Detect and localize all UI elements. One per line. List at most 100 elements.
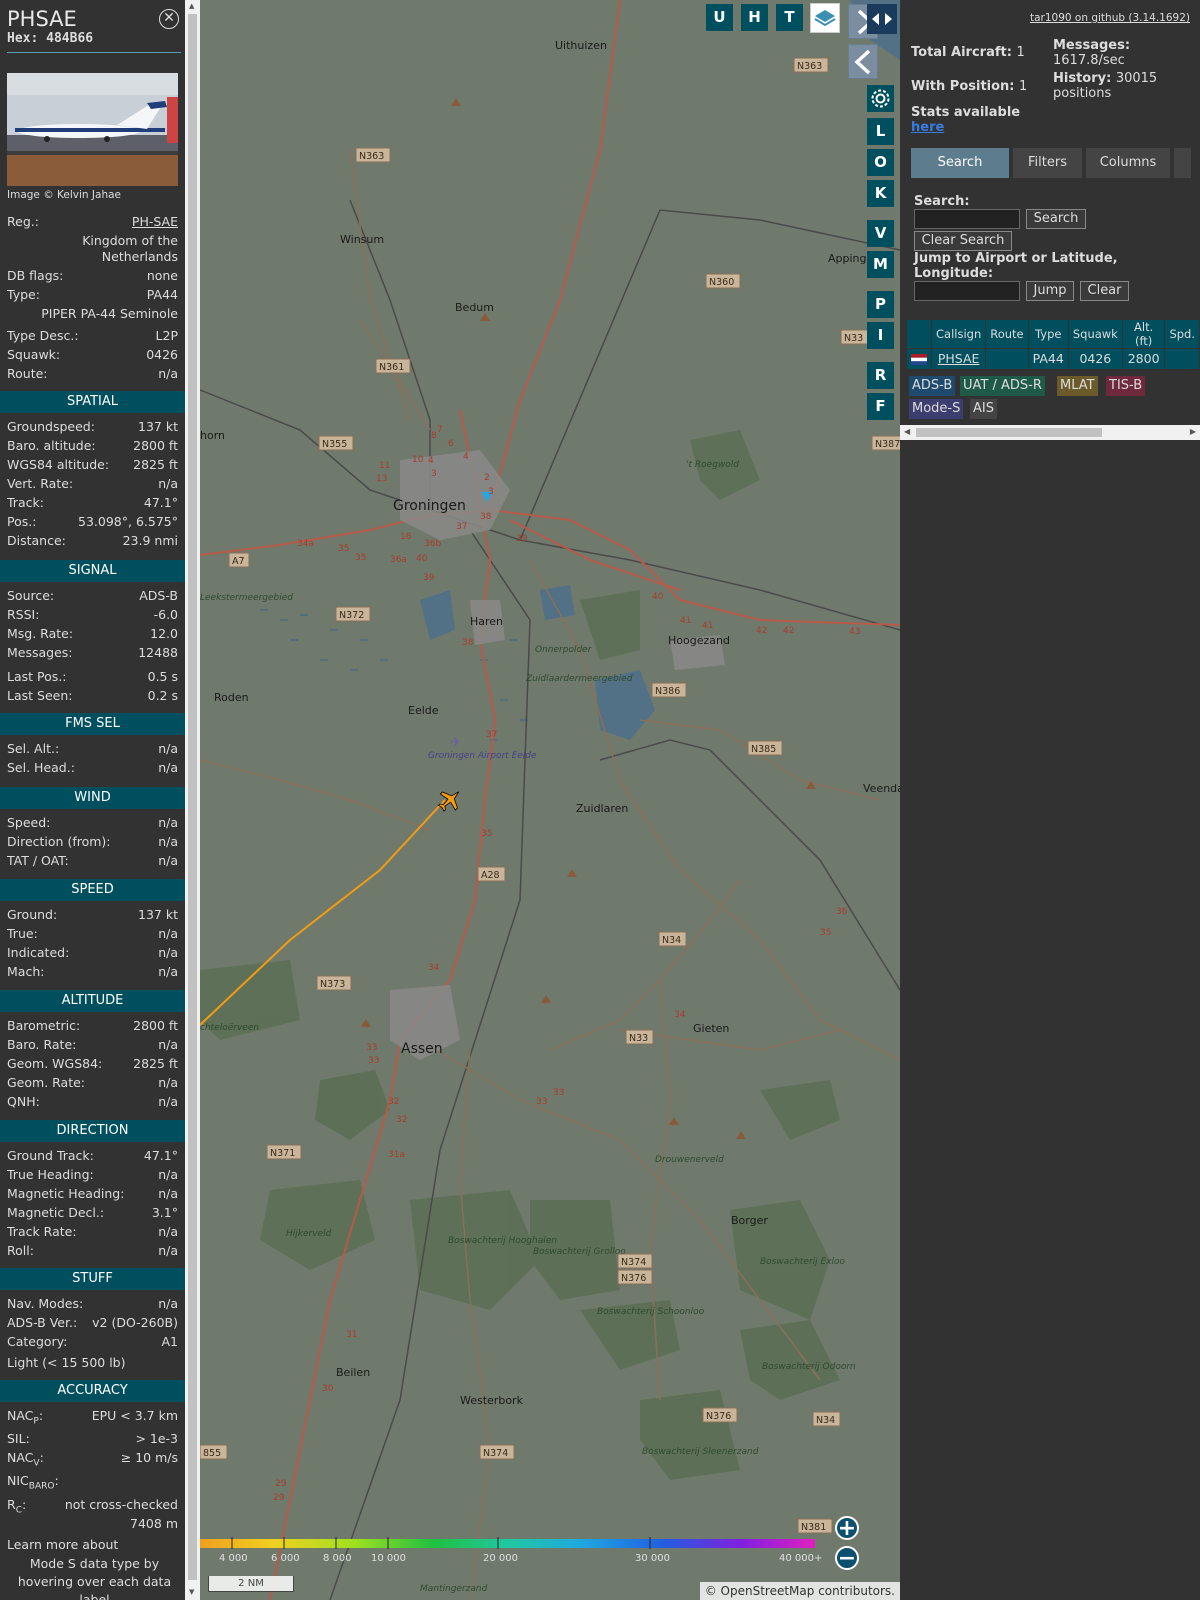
map-place-label: Groningen Airport Eelde bbox=[428, 751, 537, 761]
zoom-out-icon[interactable]: − bbox=[835, 1546, 859, 1570]
info-row-label: Ground Track: bbox=[7, 1148, 94, 1163]
map-place-label: Winsum bbox=[340, 233, 384, 246]
map-place-label: 't Roegwold bbox=[686, 460, 739, 470]
map-button-u[interactable]: U bbox=[706, 4, 733, 31]
map-place-label: Bedum bbox=[455, 301, 494, 314]
table-header[interactable]: Squawk bbox=[1068, 320, 1123, 349]
map-button-m[interactable]: M bbox=[867, 251, 894, 278]
attribution-post: contributors. bbox=[814, 1584, 895, 1598]
map-canvas[interactable]: ✈ 768 101113 434 2338 373918 36b4036a 39… bbox=[200, 0, 900, 1600]
callsign-cell[interactable]: PHSAE bbox=[931, 348, 987, 369]
alt-scale-label: 6 000 bbox=[271, 1553, 300, 1564]
typedesc-label: Type Desc.: bbox=[7, 328, 79, 343]
svg-text:34a: 34a bbox=[297, 539, 314, 549]
stats-link[interactable]: here bbox=[911, 120, 944, 135]
map-place-label: horn bbox=[200, 429, 225, 442]
map-place-label: Boswachterij Odoorn bbox=[762, 1362, 856, 1372]
info-row: Sel. Head.: n/a bbox=[7, 760, 178, 778]
map-button-i[interactable]: I bbox=[867, 322, 894, 349]
svg-text:33: 33 bbox=[553, 1088, 564, 1098]
chevron-left-icon[interactable] bbox=[848, 44, 878, 79]
panel-horizontal-scrollbar[interactable]: ◀ ▶ bbox=[900, 425, 1200, 440]
table-header[interactable]: Spd. bbox=[1164, 320, 1200, 349]
info-row-label: ADS-B Ver.: bbox=[7, 1315, 78, 1330]
source-tag-tisb: TIS-B bbox=[1106, 376, 1146, 396]
info-row: Ground Track: 47.1° bbox=[7, 1148, 178, 1166]
map-button-t[interactable]: T bbox=[776, 4, 803, 31]
alt-scale-label: 30 000 bbox=[635, 1553, 670, 1564]
history-unit: positions bbox=[1053, 86, 1112, 101]
map-button-p[interactable]: P bbox=[867, 291, 894, 318]
scrollbar-thumb[interactable] bbox=[916, 428, 1102, 437]
info-row-label: QNH: bbox=[7, 1094, 40, 1109]
spd-cell bbox=[1164, 348, 1200, 369]
search-input[interactable] bbox=[914, 209, 1020, 229]
svg-text:6: 6 bbox=[448, 439, 454, 449]
map-button-k[interactable]: K bbox=[867, 180, 894, 207]
reg-link[interactable]: PH-SAE bbox=[132, 214, 178, 229]
clear-button[interactable]: Clear bbox=[1080, 281, 1129, 301]
with-position: With Position: 1 bbox=[911, 79, 1027, 94]
scroll-up-icon[interactable]: ▲ bbox=[189, 2, 194, 10]
info-row-label: Roll: bbox=[7, 1243, 34, 1258]
map-attribution: © OpenStreetMap contributors. bbox=[699, 1582, 900, 1600]
rc-value2: 7408 m bbox=[130, 1516, 178, 1531]
table-header[interactable]: Route bbox=[985, 320, 1029, 349]
scrollbar-thumb[interactable] bbox=[188, 14, 197, 1580]
scroll-left-icon[interactable]: ◀ bbox=[904, 427, 910, 436]
clear-search-button[interactable]: Clear Search bbox=[914, 231, 1012, 251]
map-button-h[interactable]: H bbox=[741, 4, 768, 31]
tab-columns[interactable]: Columns bbox=[1086, 148, 1170, 178]
table-row[interactable]: PHSAE PA44 0426 2800 bbox=[907, 348, 1200, 369]
section-signal: SIGNAL bbox=[0, 560, 185, 582]
jump-input[interactable] bbox=[914, 281, 1020, 301]
reg-row: Reg.: PH-SAE bbox=[7, 214, 178, 232]
search-button[interactable]: Search bbox=[1026, 209, 1086, 229]
attribution-pre: © bbox=[704, 1584, 721, 1598]
map-button-r[interactable]: R bbox=[867, 362, 894, 389]
layers-icon[interactable] bbox=[810, 3, 840, 33]
nacv-value: ≥ 10 m/s bbox=[120, 1450, 178, 1465]
scroll-down-icon[interactable]: ▼ bbox=[189, 1588, 194, 1596]
close-icon[interactable]: ✕ bbox=[159, 9, 179, 29]
map-place-label: Beilen bbox=[336, 1366, 370, 1379]
info-row-value: ADS-B bbox=[139, 588, 178, 603]
jump-button[interactable]: Jump bbox=[1026, 281, 1074, 301]
sidebar-scrollbar[interactable]: ▲ ▼ bbox=[185, 0, 200, 1600]
aircraft-photo[interactable] bbox=[7, 73, 178, 186]
dbflags-label: DB flags: bbox=[7, 268, 64, 283]
map-button-f[interactable]: F bbox=[867, 393, 894, 420]
nacp-label: NACP: bbox=[7, 1408, 44, 1427]
tab-search[interactable]: Search bbox=[911, 148, 1009, 178]
info-row-label: Pos.: bbox=[7, 514, 37, 529]
map-button-l[interactable]: L bbox=[867, 118, 894, 145]
svg-text:13: 13 bbox=[376, 474, 387, 484]
table-header[interactable]: Alt. (ft) bbox=[1122, 320, 1166, 349]
sil-value: > 1e-3 bbox=[135, 1431, 178, 1446]
info-row-value: n/a bbox=[158, 1094, 178, 1109]
table-header[interactable]: Type bbox=[1028, 320, 1069, 349]
svg-text:40: 40 bbox=[652, 592, 664, 602]
map-place-label: Uithuizen bbox=[555, 39, 607, 52]
gear-icon[interactable] bbox=[867, 85, 894, 112]
nacp-label-text: NAC bbox=[7, 1408, 34, 1423]
table-header[interactable]: Callsign bbox=[931, 320, 987, 349]
map-view[interactable]: ✈ 768 10 11 13 434 2 3 38 37 39 18 36b 40 36a 39… bbox=[200, 0, 900, 1600]
info-row-label: Indicated: bbox=[7, 945, 70, 960]
map-button-o[interactable]: O bbox=[867, 149, 894, 176]
scroll-right-icon[interactable]: ▶ bbox=[1190, 427, 1196, 436]
zoom-in-icon[interactable]: + bbox=[835, 1516, 859, 1540]
svg-text:8: 8 bbox=[431, 431, 437, 441]
svg-text:3: 3 bbox=[431, 469, 437, 479]
osm-link[interactable]: OpenStreetMap bbox=[721, 1584, 815, 1598]
section-direction: DIRECTION bbox=[0, 1120, 185, 1142]
info-row-label: Ground: bbox=[7, 907, 58, 922]
map-place-label: Mantingerzand bbox=[420, 1584, 488, 1594]
map-button-v[interactable]: V bbox=[867, 220, 894, 247]
tab-filters[interactable]: Filters bbox=[1013, 148, 1082, 178]
nacv-label-text: NAC bbox=[7, 1450, 34, 1465]
expand-horizontal-icon[interactable] bbox=[867, 4, 897, 34]
alt-cell: 2800 bbox=[1122, 348, 1166, 369]
info-row-label: Track: bbox=[7, 495, 44, 510]
github-link[interactable]: tar1090 on github (3.14.1692) bbox=[1030, 12, 1190, 24]
